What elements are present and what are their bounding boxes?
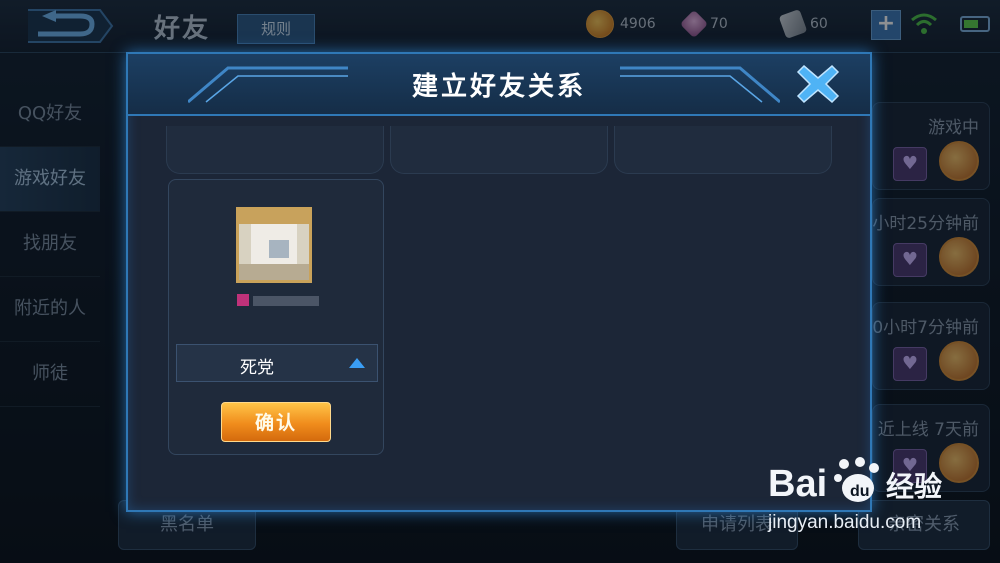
player-name-blurred bbox=[227, 290, 327, 310]
svg-text:du: du bbox=[850, 483, 870, 500]
close-icon bbox=[796, 64, 840, 104]
rank-badge-icon bbox=[237, 294, 249, 306]
close-button[interactable] bbox=[796, 62, 840, 106]
confirm-button[interactable]: 确认 bbox=[221, 402, 331, 442]
svg-text:Bai: Bai bbox=[768, 463, 827, 505]
svg-text:经验: 经验 bbox=[886, 470, 942, 503]
friend-slot[interactable] bbox=[390, 126, 608, 174]
relation-type-value: 死党 bbox=[240, 358, 274, 378]
friend-slot[interactable] bbox=[166, 126, 384, 174]
watermark-url: jingyan.baidu.com bbox=[768, 512, 922, 533]
friend-slot[interactable] bbox=[614, 126, 832, 174]
baidu-watermark: Bai du 经验 jingyan.baidu.com bbox=[768, 456, 988, 546]
caret-up-icon bbox=[349, 358, 365, 368]
baidu-jingyan-logo: Bai du 经验 bbox=[768, 457, 942, 505]
friend-card: 死党 确认 bbox=[168, 179, 384, 455]
relation-type-select[interactable]: 死党 bbox=[176, 344, 378, 382]
avatar bbox=[236, 207, 312, 283]
dialog-header: 建立好友关系 bbox=[128, 54, 870, 116]
build-relation-dialog: 建立好友关系 死党 确认 bbox=[126, 52, 872, 512]
header-ornament bbox=[620, 66, 780, 104]
